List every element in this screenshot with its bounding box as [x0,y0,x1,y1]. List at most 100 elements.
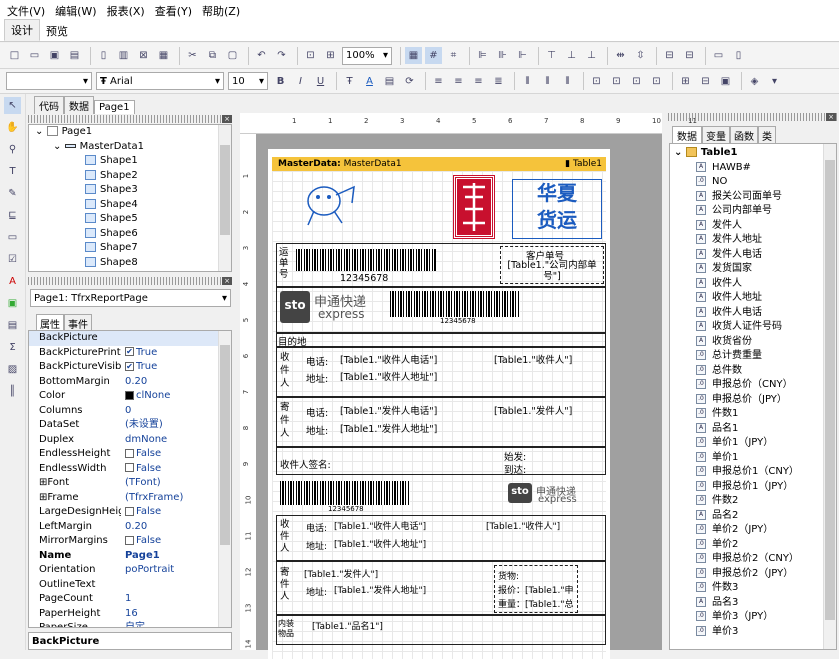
center-v-icon[interactable]: ⊟ [681,47,698,64]
sender-addr-field[interactable]: [Table1."发件人地址"] [334,583,426,596]
data-field[interactable]: .0 件数3 [670,581,836,596]
text-align-right-icon[interactable]: ≡ [470,73,487,90]
data-field[interactable]: .0 单价1（JPY） [670,436,836,451]
data-field[interactable]: A HAWB# [670,161,836,176]
data-field[interactable]: A 公司内部单号 [670,204,836,219]
data-field[interactable]: A 报关公司面单号 [670,190,836,205]
new-dialog-icon[interactable]: ▥ [115,47,132,64]
frame-right-icon[interactable]: ⊡ [648,73,665,90]
splitter[interactable] [662,113,668,650]
sum-tool-icon[interactable]: Σ [4,339,21,356]
property-row[interactable]: PaperHeight 16 [29,607,231,622]
data-field[interactable]: .0 申报总价（CNY） [670,378,836,393]
object-selector[interactable]: Page1: TfrxReportPage ▾ [30,289,231,307]
property-row[interactable]: MirrorMargins False [29,534,231,549]
property-row[interactable]: EndlessHeight False [29,447,231,462]
tree-node-shape[interactable]: Shape4 [29,198,231,213]
picture-tool-icon[interactable]: ▣ [4,295,21,312]
tree-node-shape[interactable]: Shape7 [29,241,231,256]
valign-bottom-icon[interactable]: ⫴ [559,73,576,90]
tab-code[interactable]: 代码 [34,96,64,114]
property-row[interactable]: Orientation poPortrait [29,563,231,578]
checkbox-icon[interactable] [125,448,134,458]
data-field[interactable]: A 品名2 [670,509,836,524]
text-align-left-icon[interactable]: ≡ [430,73,447,90]
center-h-icon[interactable]: ⊟ [661,47,678,64]
tab-classes[interactable]: 类 [758,126,776,144]
redo-icon[interactable]: ↷ [273,47,290,64]
menu-help[interactable]: 帮助(Z) [199,3,247,19]
close-icon[interactable]: × [222,277,232,285]
select-tool-icon[interactable]: ↖ [4,97,21,114]
data-field[interactable]: A 发货国家 [670,262,836,277]
tree-node-shape[interactable]: Shape3 [29,183,231,198]
valign-center-icon[interactable]: ⫴ [539,73,556,90]
masterdata-band-header[interactable]: MasterData: MasterData1 ▮ Table1 [272,157,606,171]
new-icon[interactable]: □ [6,47,23,64]
data-field[interactable]: .0 单价2（JPY） [670,523,836,538]
chart-tool-icon[interactable]: ▨ [4,361,21,378]
same-height-icon[interactable]: ▯ [730,47,747,64]
shadow-icon[interactable]: ▣ [717,73,734,90]
band-tool-icon[interactable]: ⊑ [4,207,21,224]
sender-addr-field[interactable]: [Table1."发件人地址"] [340,421,437,435]
barcode[interactable] [280,481,410,505]
valign-top-icon[interactable]: ⫴ [519,73,536,90]
tree-node-shape[interactable]: Shape2 [29,169,231,184]
frame-left-icon[interactable]: ⊡ [628,73,645,90]
sender-name-field[interactable]: [Table1."发件人"] [304,567,378,580]
rich-text-icon[interactable]: A [4,273,21,290]
checkbox-icon[interactable]: ✔ [125,347,134,356]
font-select[interactable]: Ŧ Arial ▾ [96,72,224,90]
rotate-icon[interactable]: ⟳ [401,73,418,90]
tree-node-page1[interactable]: ⌄ Page1 [29,125,231,140]
group-icon[interactable]: ⊡ [302,47,319,64]
tab-preview[interactable]: 预览 [40,21,74,41]
space-h-icon[interactable]: ⇹ [612,47,629,64]
checkbox-icon[interactable] [125,506,134,516]
property-row[interactable]: BackPicture [29,331,231,346]
new-page-icon[interactable]: ▯ [95,47,112,64]
data-field[interactable]: A 品名3 [670,596,836,611]
tree-node-shape[interactable]: Shape6 [29,227,231,242]
align-vcenter-icon[interactable]: ⊥ [563,47,580,64]
align-top-icon[interactable]: ⊤ [543,47,560,64]
barcode-tool-icon[interactable]: ║ [4,383,21,400]
data-field[interactable]: .0 申报总价（JPY） [670,393,836,408]
text-justify-icon[interactable]: ≣ [490,73,507,90]
text-tool-icon[interactable]: T [4,163,21,180]
recipient-name-field[interactable]: [Table1."收件人"] [494,352,572,366]
undo-icon[interactable]: ↶ [253,47,270,64]
data-field[interactable]: A 收件人 [670,277,836,292]
design-canvas[interactable]: MasterData: MasterData1 ▮ Table1 华夏 货运 运单… [256,134,662,659]
property-row[interactable]: LeftMargin 0.20 [29,520,231,535]
property-row[interactable]: ⊞Font (TFont) [29,476,231,491]
tree-node-shape[interactable]: Shape5 [29,212,231,227]
data-tree-scrollbar[interactable] [823,144,836,649]
property-row[interactable]: BackPicturePrintable✔True [29,346,231,361]
recipient-addr-field[interactable]: [Table1."收件人地址"] [334,537,426,550]
ungroup-icon[interactable]: ⊞ [322,47,339,64]
align-right-icon[interactable]: ⊩ [514,47,531,64]
checkbox-icon[interactable] [125,535,134,545]
align-hcenter-icon[interactable]: ⊪ [494,47,511,64]
space-v-icon[interactable]: ⇳ [632,47,649,64]
page-setup-icon[interactable]: ▦ [155,47,172,64]
close-icon[interactable]: × [826,113,836,121]
property-row[interactable]: EndlessWidth False [29,462,231,477]
data-field[interactable]: A 发件人 [670,219,836,234]
property-row[interactable]: Columns 0 [29,404,231,419]
close-icon[interactable]: × [222,115,232,123]
tree-node-shape[interactable]: Shape8 [29,256,231,271]
data-field[interactable]: .0 单价3 [670,625,836,640]
frame-bottom-icon[interactable]: ⊡ [608,73,625,90]
barcode[interactable] [390,291,520,317]
frame-top-icon[interactable]: ⊡ [588,73,605,90]
data-field[interactable]: .0 申报总价1（CNY） [670,465,836,480]
menu-view[interactable]: 查看(Y) [152,3,199,19]
checkbox-icon[interactable]: ✔ [125,361,134,371]
tab-page1[interactable]: Page1 [94,100,135,114]
tab-data[interactable]: 数据 [64,96,94,114]
data-field[interactable]: A 收件人电话 [670,306,836,321]
menu-edit[interactable]: 编辑(W) [52,3,103,19]
